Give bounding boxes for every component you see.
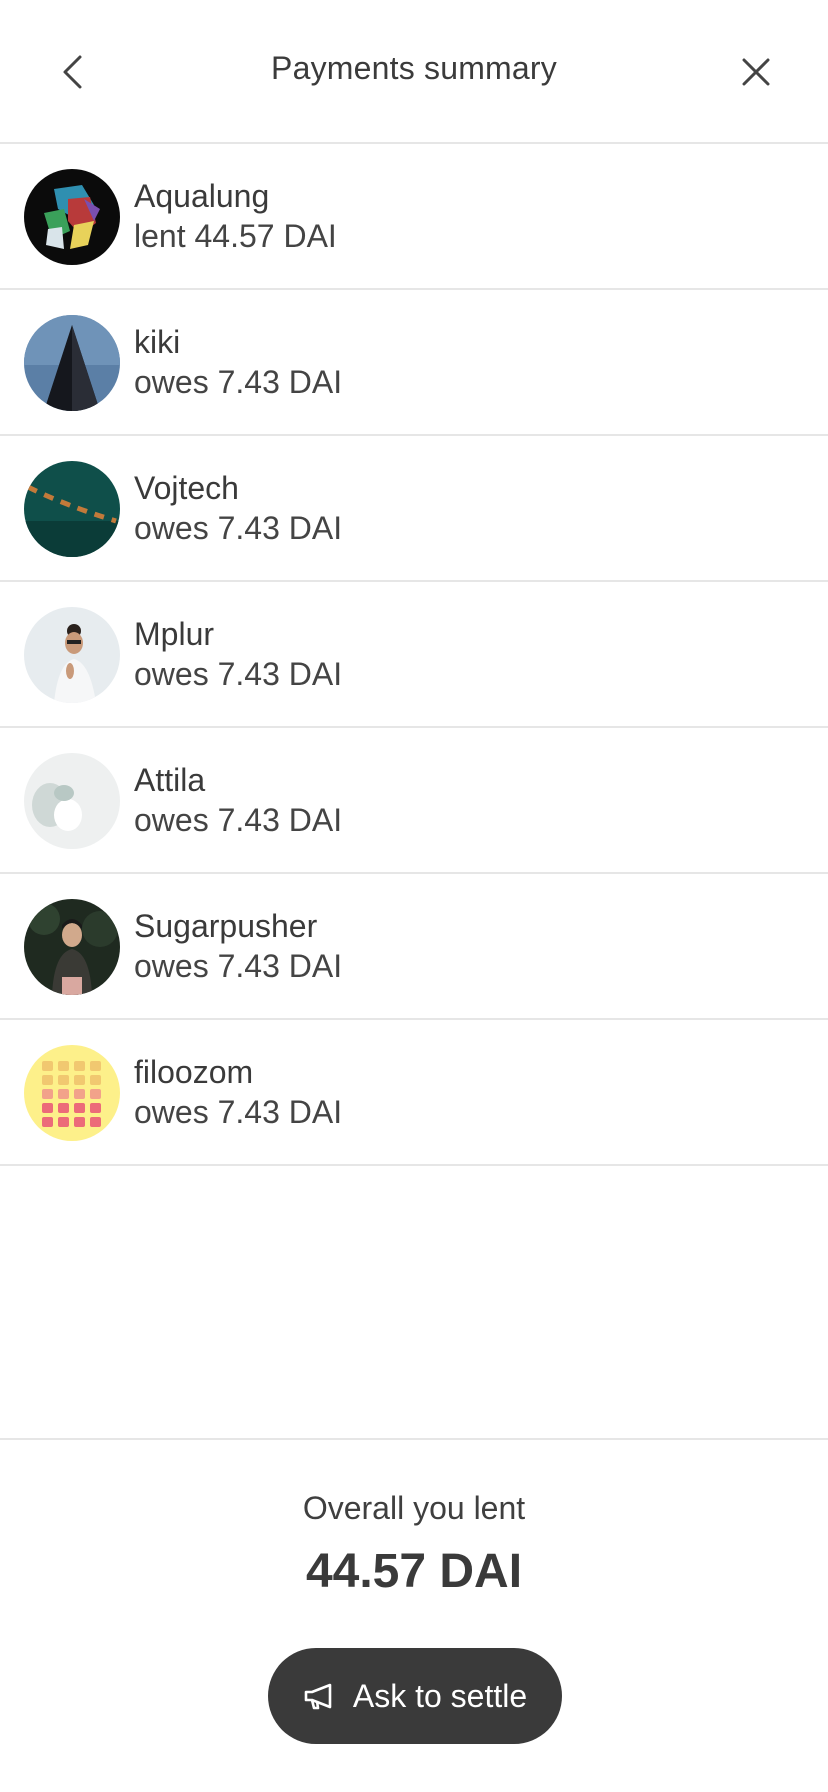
member-status: owes 7.43 DAI [134,656,343,692]
member-name: kiki [134,324,181,360]
member-name: Vojtech [134,470,239,506]
close-button[interactable] [730,46,782,98]
ask-to-settle-label: Ask to settle [352,1677,528,1714]
member-status: owes 7.43 DAI [134,1094,343,1130]
avatar [24,315,120,411]
avatar [24,461,120,557]
avatar [24,899,120,995]
megaphone-icon [304,1683,332,1710]
member-status: lent 44.57 DAI [134,218,337,254]
member-name: Sugarpusher [134,908,318,944]
member-name: Mplur [134,616,215,652]
avatar [24,169,120,265]
avatar [24,607,120,703]
close-icon [742,58,770,86]
member-row[interactable]: Sugarpusher owes 7.43 DAI [0,874,828,1020]
member-row[interactable]: Attila owes 7.43 DAI [0,728,828,874]
member-status: owes 7.43 DAI [134,364,343,400]
member-row[interactable]: Aqualung lent 44.57 DAI [0,144,828,290]
member-status: owes 7.43 DAI [134,510,343,546]
member-status: owes 7.43 DAI [134,802,343,838]
member-name: Attila [134,762,206,798]
member-row[interactable]: filoozom owes 7.43 DAI [0,1020,828,1166]
summary-footer: Overall you lent 44.57 DAI Ask to settle [0,1438,828,1792]
page-title: Payments summary [271,50,557,86]
avatar [24,1045,120,1141]
summary-amount: 44.57 DAI [305,1545,523,1598]
header-bar: Payments summary [0,0,828,144]
member-row[interactable]: Vojtech owes 7.43 DAI [0,436,828,582]
ask-to-settle-button[interactable]: Ask to settle [268,1648,562,1744]
member-list: Aqualung lent 44.57 DAI kiki owes 7.43 D… [0,144,828,1166]
avatar [24,753,120,849]
member-name: Aqualung [134,178,270,214]
member-row[interactable]: kiki owes 7.43 DAI [0,290,828,436]
summary-label: Overall you lent [302,1490,526,1526]
member-row[interactable]: Mplur owes 7.43 DAI [0,582,828,728]
member-status: owes 7.43 DAI [134,948,343,984]
member-name: filoozom [134,1054,254,1090]
